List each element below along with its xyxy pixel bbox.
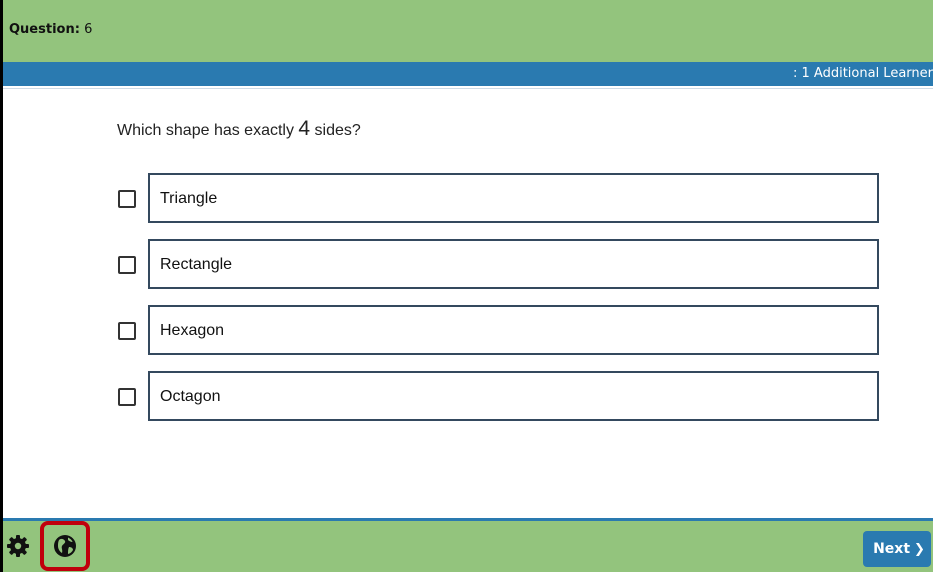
checkbox[interactable] (118, 190, 136, 208)
question-text: Which shape has exactly 4 sides? (117, 117, 361, 141)
answer-option-triangle[interactable]: Triangle (118, 173, 879, 225)
header-bar: Question: 6 (3, 0, 933, 62)
question-number: 6 (84, 22, 93, 37)
question-indicator: Question: 6 (9, 22, 92, 37)
answer-label: Octagon (160, 388, 221, 405)
test-window: Question: 6 : 1 Additional Learner Which… (0, 0, 933, 572)
answer-box[interactable]: Rectangle (148, 239, 879, 289)
answer-label: Hexagon (160, 322, 225, 339)
question-prefix: Which shape has exactly (117, 122, 299, 139)
answer-option-octagon[interactable]: Octagon (118, 371, 879, 423)
answer-box[interactable]: Octagon (148, 371, 879, 421)
question-label: Question: (9, 22, 80, 37)
answer-label: Rectangle (160, 256, 233, 273)
answer-box[interactable]: Triangle (148, 173, 879, 223)
answer-box[interactable]: Hexagon (148, 305, 879, 355)
globe-icon (53, 534, 77, 558)
question-number-emphasis: 4 (298, 117, 311, 140)
learner-banner: : 1 Additional Learner (3, 62, 933, 86)
footer-bar: Next ❯ (3, 521, 933, 572)
divider (3, 88, 933, 89)
language-button[interactable] (40, 521, 90, 571)
next-button[interactable]: Next ❯ (863, 531, 931, 567)
checkbox[interactable] (118, 256, 136, 274)
gear-icon[interactable] (6, 534, 30, 558)
next-label: Next (873, 541, 911, 557)
answer-option-hexagon[interactable]: Hexagon (118, 305, 879, 357)
checkbox[interactable] (118, 388, 136, 406)
additional-learner-text: : 1 Additional Learner (793, 66, 933, 81)
question-suffix: sides? (310, 122, 361, 139)
checkbox[interactable] (118, 322, 136, 340)
answer-label: Triangle (160, 190, 218, 207)
answer-option-rectangle[interactable]: Rectangle (118, 239, 879, 291)
chevron-right-icon: ❯ (914, 542, 925, 557)
